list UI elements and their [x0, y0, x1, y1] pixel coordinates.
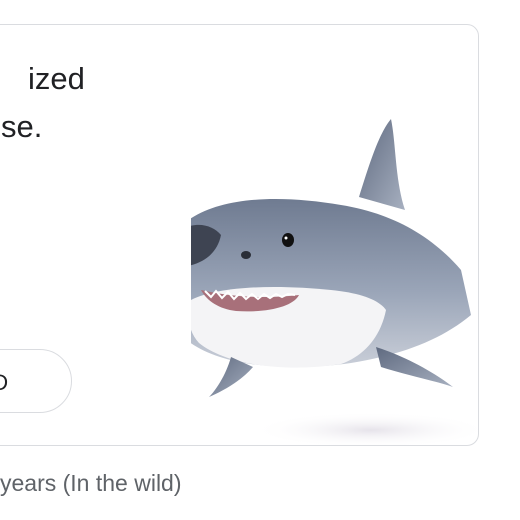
card-description-line-2: se.	[1, 109, 43, 144]
view-in-3d-button[interactable]: 3D	[0, 349, 72, 413]
page: ized se. 3D	[0, 0, 520, 520]
lifespan-text: years (In the wild)	[0, 470, 182, 496]
shark-3d-image[interactable]	[191, 85, 479, 446]
card-description-line-1: ized	[28, 61, 85, 96]
view-in-3d-label: 3D	[0, 370, 8, 396]
knowledge-card: ized se. 3D	[0, 24, 479, 446]
